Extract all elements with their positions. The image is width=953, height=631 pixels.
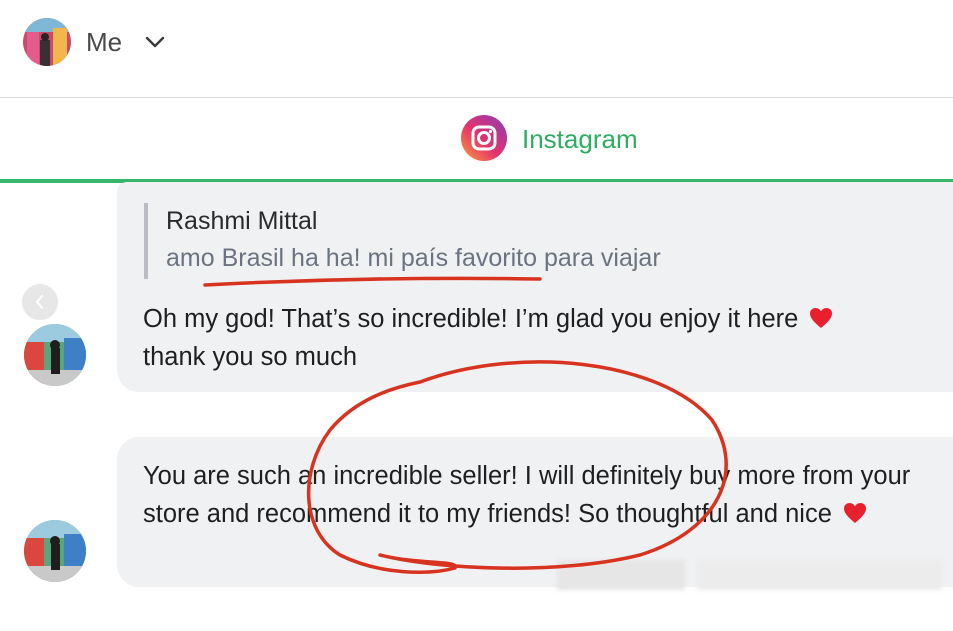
message-line-2: thank you so much: [143, 343, 358, 371]
user-avatar[interactable]: [23, 18, 71, 66]
message-bubble[interactable]: Rashmi Mittal amo Brasil ha ha! mi país …: [117, 182, 953, 392]
message-line-1: Oh my god! That’s so incredible! I’m gla…: [143, 305, 799, 333]
redacted-area: [557, 560, 685, 590]
quoted-author: Rashmi Mittal: [166, 207, 318, 235]
contact-avatar[interactable]: [24, 520, 86, 582]
tab-instagram[interactable]: Instagram: [0, 99, 953, 183]
instagram-icon: [461, 115, 507, 161]
conversation-header: Me: [0, 0, 953, 98]
user-name[interactable]: Me: [86, 27, 122, 58]
chevron-left-icon: [35, 295, 43, 309]
tab-label: Instagram: [522, 124, 638, 154]
contact-avatar[interactable]: [24, 324, 86, 386]
reply-quote: Rashmi Mittal amo Brasil ha ha! mi país …: [144, 203, 661, 279]
scroll-left-button[interactable]: [22, 284, 58, 320]
heart-emoji-icon: [843, 503, 866, 523]
quoted-text: amo Brasil ha ha! mi país favorito para …: [166, 244, 661, 272]
message-body: You are such an incredible seller! I wil…: [143, 462, 911, 528]
chevron-down-icon[interactable]: [143, 30, 167, 54]
message-text: You are such an incredible seller! I wil…: [143, 457, 951, 533]
message-text: Oh my god! That’s so incredible! I’m gla…: [143, 300, 943, 376]
redacted-area: [697, 560, 942, 590]
heart-emoji-icon: [810, 308, 833, 328]
